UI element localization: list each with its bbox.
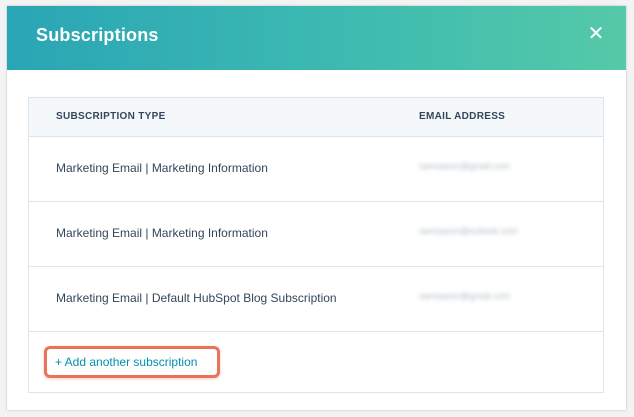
modal-header: Subscriptions ✕ (7, 6, 626, 70)
header-email-address: EMAIL ADDRESS (419, 111, 506, 122)
subscriptions-modal: Subscriptions ✕ SUBSCRIPTION TYPE EMAIL … (7, 6, 626, 410)
table-row: Marketing Email | Marketing Information … (29, 202, 603, 267)
header-subscription-type: SUBSCRIPTION TYPE (56, 111, 166, 122)
table-row: Marketing Email | Default HubSpot Blog S… (29, 267, 603, 332)
subscription-type-cell: Marketing Email | Marketing Information (56, 161, 268, 175)
table-header: SUBSCRIPTION TYPE EMAIL ADDRESS (29, 98, 603, 137)
subscription-type-cell: Marketing Email | Default HubSpot Blog S… (56, 291, 337, 305)
email-address-cell: samsaxon@gmail.com (419, 161, 511, 171)
subscription-type-cell: Marketing Email | Marketing Information (56, 226, 268, 240)
close-icon[interactable]: ✕ (584, 22, 608, 46)
modal-title: Subscriptions (36, 25, 159, 45)
email-address-cell: samsaxon@gmail.com (419, 291, 511, 301)
table-footer: + Add another subscription (29, 332, 603, 392)
add-subscription-button[interactable]: + Add another subscription (44, 346, 220, 378)
table-row: Marketing Email | Marketing Information … (29, 137, 603, 202)
subscriptions-table: SUBSCRIPTION TYPE EMAIL ADDRESS Marketin… (28, 97, 604, 393)
email-address-cell: samsaxon@outlook.com (419, 226, 518, 236)
